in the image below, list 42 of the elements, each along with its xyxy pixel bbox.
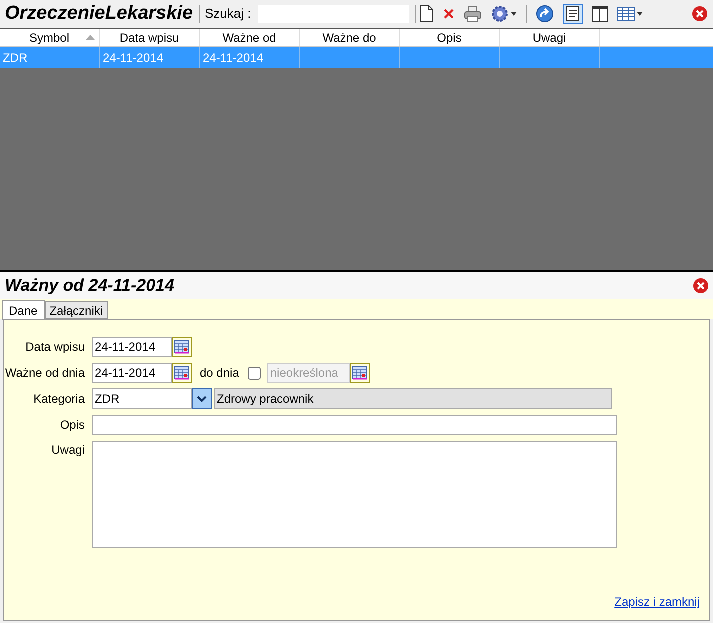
app-title: OrzeczenieLekarskie: [4, 2, 194, 26]
field-label: do dnia: [200, 365, 240, 382]
column-header[interactable]: Opis: [400, 29, 500, 46]
save-and-close-link[interactable]: Zapisz i zamknij: [614, 595, 700, 609]
table-cell-text: 24-11-2014: [103, 50, 164, 66]
calendar-icon[interactable]: [350, 363, 370, 383]
calendar-icon[interactable]: [172, 337, 192, 357]
delete-icon[interactable]: [443, 8, 456, 20]
field-label: Kategoria: [34, 392, 85, 406]
table-cell-text: 24-11-2014: [203, 50, 264, 66]
tab[interactable]: Dane: [2, 300, 45, 320]
field-label: Data wpisu: [26, 340, 85, 354]
caret-icon[interactable]: [637, 12, 644, 16]
caret-icon[interactable]: [511, 12, 518, 16]
table-icon[interactable]: [617, 7, 636, 21]
column-header[interactable]: Ważne od: [200, 29, 300, 46]
redo-icon[interactable]: [536, 5, 554, 23]
close-icon[interactable]: [693, 278, 709, 294]
close-icon[interactable]: [692, 6, 708, 22]
input-field[interactable]: [92, 415, 617, 435]
panel-title: Ważny od 24-11-2014: [4, 274, 174, 297]
calendar-icon[interactable]: [172, 363, 192, 383]
column-header[interactable]: Data wpisu: [100, 29, 200, 46]
column-header[interactable]: Ważne do: [300, 29, 400, 46]
table-cell-text: ZDR: [3, 50, 28, 66]
input-field[interactable]: 24-11-2014: [92, 363, 172, 383]
category-description: Zdrowy pracownik: [214, 388, 612, 409]
new-document-icon[interactable]: [420, 5, 434, 23]
chevron-down-icon[interactable]: [197, 396, 207, 402]
tab[interactable]: Załączniki: [44, 301, 108, 319]
search-label: Szukaj :: [204, 5, 252, 24]
form-view-icon[interactable]: [563, 4, 584, 24]
field-label: Uwagi: [52, 443, 85, 457]
column-header[interactable]: Symbol: [0, 29, 100, 46]
input-field[interactable]: 24-11-2014: [92, 337, 172, 357]
dropdown-button[interactable]: [192, 388, 212, 409]
field-label: Opis: [60, 418, 85, 432]
printer-icon[interactable]: [464, 5, 482, 23]
field-label: Ważne od dnia: [5, 366, 85, 380]
gear-icon[interactable]: [491, 5, 510, 23]
split-view-icon[interactable]: [592, 6, 608, 22]
input-field[interactable]: ZDR: [92, 388, 192, 409]
